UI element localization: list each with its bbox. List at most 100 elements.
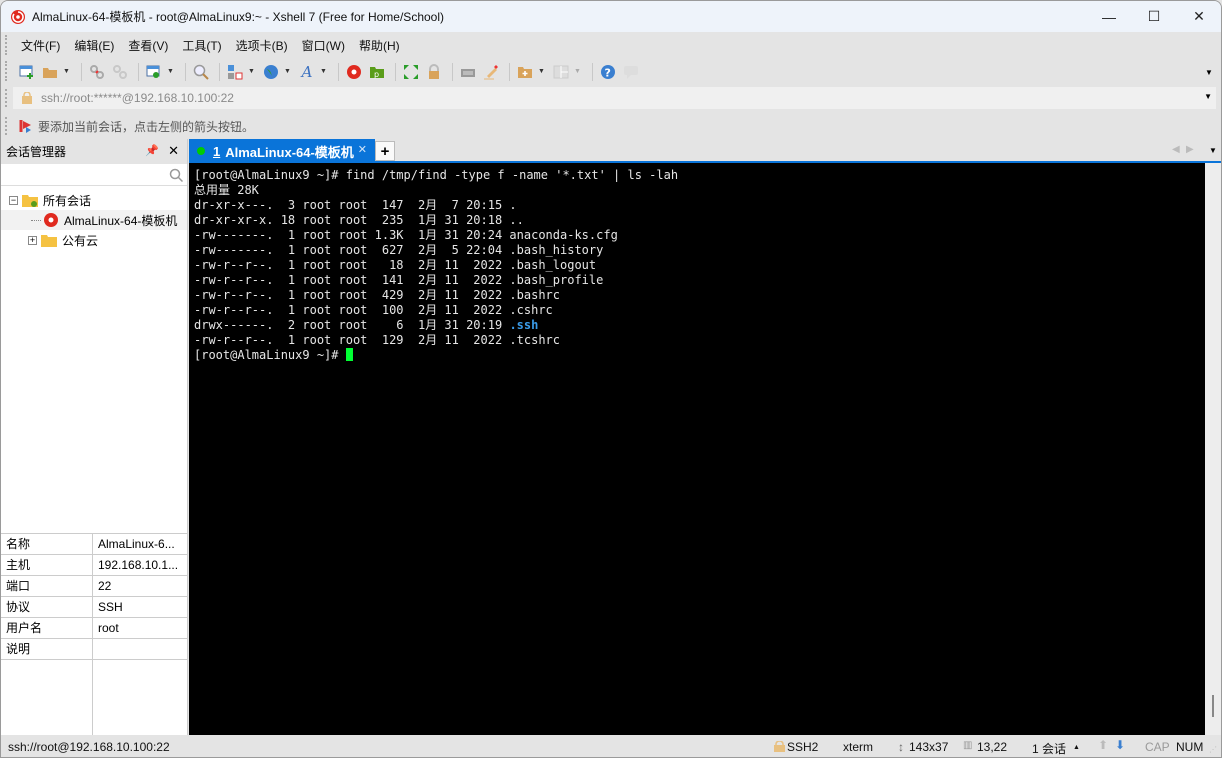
toolbar-overflow-icon[interactable]: ▼	[1205, 68, 1213, 77]
property-row: 用户名 root	[1, 618, 187, 639]
sessions-up-icon[interactable]: ▲	[1073, 744, 1080, 751]
pin-icon[interactable]: 📌	[145, 144, 159, 157]
property-row: 端口 22	[1, 576, 187, 597]
status-term: xterm	[843, 740, 873, 754]
menu-view[interactable]: 查看(V)	[128, 37, 168, 54]
font-dropdown-icon[interactable]: ▼	[320, 68, 328, 75]
property-key: 说明	[1, 639, 93, 659]
tab-scroll-left-icon[interactable]: ◀	[1172, 144, 1180, 155]
terminal-scrollbar[interactable]	[1205, 163, 1221, 735]
terminal-line: -rw-r--r--. 1 root root 429 2月 11 2022 .…	[194, 288, 561, 302]
status-cursor-position: 13,22	[977, 740, 1008, 754]
status-sessions[interactable]: 1 会话	[1032, 740, 1066, 757]
addressbar-grip[interactable]	[5, 89, 7, 107]
property-row: 协议 SSH	[1, 597, 187, 618]
folder-icon	[22, 195, 38, 207]
tree-node-folder[interactable]: + 公有云	[1, 230, 187, 250]
session-tab[interactable]: 1 AlmaLinux-64-模板机 ✕	[189, 139, 375, 163]
collapse-icon[interactable]: −	[9, 195, 18, 205]
tab-index: 1	[213, 143, 221, 159]
maximize-button[interactable]: ☐	[1131, 1, 1177, 32]
fullscreen-icon[interactable]	[401, 62, 421, 82]
minimize-button[interactable]: —	[1086, 1, 1132, 32]
prev-session-arrow-icon[interactable]: ⬆	[1098, 738, 1108, 752]
close-button[interactable]: ✕	[1176, 1, 1221, 32]
help-icon[interactable]: ?	[598, 62, 618, 82]
globe-dropdown-icon[interactable]: ▼	[284, 68, 292, 75]
layout-dropdown-icon[interactable]: ▼	[574, 68, 582, 75]
close-panel-icon[interactable]: ✕	[168, 143, 179, 159]
chat-icon[interactable]	[621, 62, 641, 82]
find-icon[interactable]	[191, 62, 211, 82]
new-tab-button[interactable]: +	[375, 141, 395, 161]
new-tab-group-icon[interactable]	[515, 62, 535, 82]
new-session-icon[interactable]	[17, 62, 37, 82]
property-key: 用户名	[1, 618, 93, 638]
svg-text:p: p	[374, 70, 379, 79]
expand-icon[interactable]: +	[28, 235, 37, 245]
xshell-logo-icon	[11, 9, 25, 24]
add-session-arrow-icon[interactable]	[19, 119, 33, 133]
open-folder-icon[interactable]	[40, 62, 60, 82]
tab-scroll-right-icon[interactable]: ▶	[1186, 144, 1194, 155]
status-protocol: SSH2	[787, 740, 819, 754]
window-title: AlmaLinux-64-模板机 - root@AlmaLinux9:~ - X…	[32, 10, 444, 24]
tree-node-all-sessions[interactable]: − 所有会话	[1, 190, 187, 210]
title-bar: AlmaLinux-64-模板机 - root@AlmaLinux9:~ - X…	[1, 1, 1221, 32]
address-bar[interactable]: ssh://root:******@192.168.10.100:22 ▼	[13, 87, 1216, 109]
lock-icon[interactable]	[424, 62, 444, 82]
open-dropdown-icon[interactable]: ▼	[63, 68, 71, 75]
transfer-dropdown-icon[interactable]: ▼	[248, 68, 256, 75]
tab-list-dropdown-icon[interactable]: ▼	[1209, 146, 1217, 155]
xshell-window: AlmaLinux-64-模板机 - root@AlmaLinux9:~ - X…	[0, 0, 1222, 758]
terminal-line-text: drwx------. 2 root root 6 1月 31 20:19	[194, 318, 510, 332]
property-value: AlmaLinux-6...	[98, 537, 175, 551]
toolbar-separator	[592, 62, 593, 81]
highlight-icon[interactable]	[481, 62, 501, 82]
toolbar-separator	[185, 62, 186, 81]
transfer-icon[interactable]	[225, 62, 245, 82]
property-value: 192.168.10.1...	[98, 558, 179, 572]
terminal-line: drwx------. 2 root root 6 1月 31 20:19 .s…	[194, 318, 1205, 333]
tab-group-dropdown-icon[interactable]: ▼	[538, 68, 546, 75]
tab-close-icon[interactable]: ✕	[358, 143, 367, 156]
next-session-arrow-icon[interactable]: ⬇	[1115, 738, 1125, 752]
menu-help[interactable]: 帮助(H)	[359, 37, 400, 54]
menu-tools[interactable]: 工具(T)	[182, 37, 221, 54]
disconnect-icon[interactable]	[87, 62, 107, 82]
property-value	[93, 639, 98, 659]
property-value: 22	[98, 579, 112, 593]
menu-window[interactable]: 窗口(W)	[302, 37, 345, 54]
xshell-icon[interactable]	[344, 62, 364, 82]
session-search-input[interactable]	[1, 164, 187, 186]
terminal-line: -rw-r--r--. 1 root root 141 2月 11 2022 .…	[194, 273, 604, 287]
layout-icon[interactable]	[551, 62, 571, 82]
search-icon[interactable]	[169, 168, 183, 182]
svg-text:?: ?	[605, 66, 611, 79]
properties-dropdown-icon[interactable]: ▼	[167, 68, 175, 75]
scrollbar-thumb[interactable]	[1212, 695, 1214, 717]
property-row: 主机 192.168.10.1...	[1, 555, 187, 576]
tree-label: AlmaLinux-64-模板机	[64, 213, 178, 228]
address-input[interactable]: ssh://root:******@192.168.10.100:22	[41, 91, 234, 105]
reconnect-icon[interactable]	[110, 62, 130, 82]
menu-file[interactable]: 文件(F)	[21, 37, 60, 54]
hintbar-grip[interactable]	[5, 117, 7, 135]
xftp-icon[interactable]: p	[367, 62, 387, 82]
menu-edit[interactable]: 编辑(E)	[74, 37, 114, 54]
menu-tabs[interactable]: 选项卡(B)	[236, 37, 288, 54]
terminal-size-icon: ↕	[898, 740, 904, 754]
tree-node-session[interactable]: AlmaLinux-64-模板机	[1, 210, 187, 230]
resize-grip-icon[interactable]: ⋰	[1209, 745, 1217, 754]
globe-icon[interactable]	[261, 62, 281, 82]
terminal-line: [root@AlmaLinux9 ~]# find /tmp/find -typ…	[194, 168, 679, 182]
folder-icon	[41, 235, 57, 247]
terminal-output[interactable]: [root@AlmaLinux9 ~]# find /tmp/find -typ…	[189, 163, 1205, 735]
session-properties-icon[interactable]	[144, 62, 164, 82]
font-icon[interactable]: A	[297, 62, 317, 82]
session-manager-header: 会话管理器 📌 ✕	[1, 139, 187, 164]
address-dropdown-icon[interactable]: ▼	[1204, 92, 1212, 101]
property-key: 端口	[1, 576, 93, 596]
keyboard-icon[interactable]	[458, 62, 478, 82]
session-manager-title: 会话管理器	[6, 145, 67, 159]
